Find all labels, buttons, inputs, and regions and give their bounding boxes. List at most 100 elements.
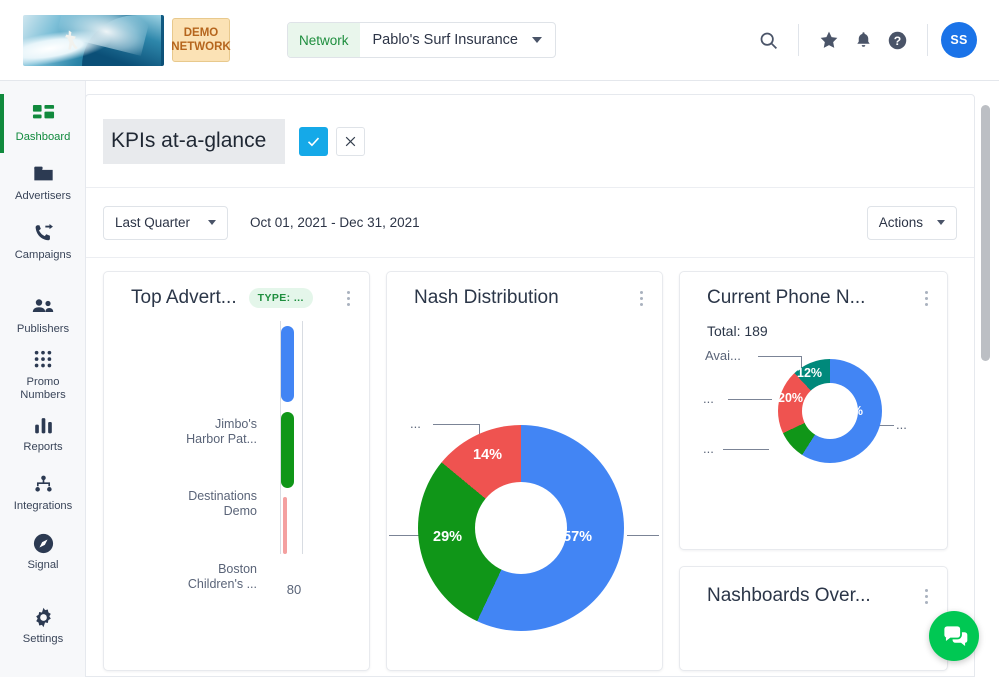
donut-hole	[475, 482, 567, 574]
dashboard-filter-row: Last Quarter Oct 01, 2021 - Dec 31, 2021…	[86, 188, 974, 258]
sidebar-item-dashboard[interactable]: Dashboard	[0, 94, 86, 153]
sidebar-item-label: Dashboard	[15, 131, 71, 144]
widget-header: Current Phone N...	[680, 272, 947, 309]
sidebar-item-label: Advertisers	[15, 190, 71, 203]
brand-logo[interactable]: DEMO NETWORK	[23, 14, 231, 66]
sidebar-item-label: Promo Numbers	[20, 376, 66, 401]
date-range-text: Oct 01, 2021 - Dec 31, 2021	[250, 215, 420, 230]
header-divider-2	[927, 24, 928, 56]
dashboard-icon	[32, 103, 55, 127]
widget-header: Top Advert... TYPE: ...	[104, 272, 369, 309]
sidebar-item-label: Reports	[23, 441, 63, 454]
slice-value-label: 20%	[778, 391, 804, 405]
nodes-icon	[32, 472, 55, 496]
kebab-menu-icon[interactable]	[640, 290, 643, 306]
widget-title: Top Advert...	[131, 287, 237, 308]
sidebar-item-promo-numbers[interactable]: Promo Numbers	[0, 345, 86, 404]
slice-value-label: 59%	[838, 404, 864, 418]
cancel-rename-button[interactable]	[336, 126, 365, 156]
actions-button[interactable]: Actions	[866, 205, 957, 240]
leader-line	[758, 356, 801, 357]
vertical-scrollbar[interactable]	[981, 94, 990, 677]
bell-icon[interactable]	[846, 23, 880, 57]
widget-top-advertisers[interactable]: Top Advert... TYPE: ... Jimbo's Harbor P…	[103, 271, 370, 671]
surf-wave-logo-image	[23, 14, 164, 66]
svg-text:?: ?	[893, 33, 900, 47]
phone-forward-icon	[32, 221, 55, 245]
sidebar-item-advertisers[interactable]: Advertisers	[0, 153, 86, 212]
header-actions: ? SS	[751, 22, 977, 58]
sidebar-item-label: Integrations	[13, 500, 73, 513]
widget-nash-distribution[interactable]: Nash Distribution ... 57% 29% 14%	[386, 271, 663, 671]
sidebar-divider-2	[0, 581, 85, 596]
date-range-preset-value: Last Quarter	[115, 215, 191, 230]
sidebar-item-publishers[interactable]: Publishers	[0, 286, 86, 345]
widget-total-label: Total: 189	[707, 323, 768, 339]
bar-chart-icon	[32, 413, 55, 437]
widget-nashboards-overview[interactable]: Nashboards Over...	[679, 566, 948, 671]
leader-line	[728, 399, 772, 400]
demo-network-badge: DEMO NETWORK	[171, 18, 231, 62]
top-header: DEMO NETWORK Network Pablo's Surf Insura…	[0, 0, 999, 81]
date-range-preset-select[interactable]: Last Quarter	[103, 205, 229, 240]
chat-bubble-icon[interactable]	[929, 611, 979, 661]
sidebar-item-label: Signal	[27, 559, 59, 572]
network-selector-label: Network	[288, 23, 360, 57]
bar-chart: Jimbo's Harbor Pat... Destinations Demo …	[104, 309, 369, 609]
sidebar-nav: Dashboard Advertisers Campaigns Publishe…	[0, 81, 86, 677]
widget-column-3: Current Phone N... Total: 189 Avai... ..…	[679, 271, 948, 671]
gear-icon	[32, 605, 55, 629]
confirm-rename-button[interactable]	[299, 126, 328, 156]
widget-current-phone-numbers[interactable]: Current Phone N... Total: 189 Avai... ..…	[679, 271, 948, 550]
sidebar-item-reports[interactable]: Reports	[0, 404, 86, 463]
sidebar-item-label: Campaigns	[14, 249, 72, 262]
header-divider-1	[798, 24, 799, 56]
widget-title: Current Phone N...	[707, 287, 866, 308]
help-icon[interactable]: ?	[880, 23, 914, 57]
bar-label: Jimbo's Harbor Pat...	[186, 417, 257, 446]
kebab-menu-icon[interactable]	[347, 290, 350, 306]
people-icon	[31, 295, 55, 319]
kebab-menu-icon[interactable]	[925, 290, 928, 306]
star-icon[interactable]	[812, 23, 846, 57]
keypad-icon	[32, 348, 54, 372]
sidebar-divider	[0, 271, 85, 286]
scrollbar-thumb[interactable]	[981, 105, 990, 361]
compass-icon	[32, 531, 55, 555]
sidebar-item-label: Settings	[22, 633, 64, 646]
widget-grid: Top Advert... TYPE: ... Jimbo's Harbor P…	[86, 258, 974, 671]
kebab-menu-icon[interactable]	[925, 588, 928, 604]
leader-line	[723, 449, 769, 450]
axis-tick-label: 80	[286, 582, 302, 597]
widget-title: Nash Distribution	[414, 287, 559, 308]
leader-line	[389, 535, 421, 536]
sidebar-item-integrations[interactable]: Integrations	[0, 463, 86, 522]
dashboard-title-input[interactable]	[103, 118, 285, 164]
network-selector-value: Pablo's Surf Insurance	[372, 32, 518, 48]
status-badge: TYPE: ...	[248, 288, 313, 308]
sidebar-item-label: Publishers	[16, 323, 70, 336]
bar-series-1	[281, 326, 294, 402]
chevron-down-icon	[937, 220, 945, 225]
chart-axis-right	[302, 321, 303, 554]
sidebar-item-campaigns[interactable]: Campaigns	[0, 212, 86, 271]
sidebar-item-signal[interactable]: Signal	[0, 522, 86, 581]
avatar[interactable]: SS	[941, 22, 977, 58]
folder-icon	[32, 162, 55, 186]
leader-line	[627, 535, 659, 536]
sidebar-item-settings[interactable]: Settings	[0, 596, 86, 655]
network-selector[interactable]: Network Pablo's Surf Insurance	[287, 22, 556, 58]
search-icon[interactable]	[751, 23, 785, 57]
leader-line	[433, 424, 479, 425]
bar-label: Destinations Demo	[188, 489, 257, 518]
donut-chart: ... 57% 29% 14%	[387, 309, 662, 631]
leader-label: ...	[896, 417, 907, 432]
bar-series-2	[281, 412, 294, 488]
slice-value-label: 12%	[797, 366, 823, 380]
slice-value-label: 29%	[433, 529, 463, 545]
leader-label: ...	[703, 391, 714, 406]
network-selector-value-wrap[interactable]: Pablo's Surf Insurance	[360, 23, 555, 57]
widget-header: Nashboards Over...	[680, 567, 947, 607]
demo-badge-line-2: NETWORK	[171, 41, 231, 53]
slice-value-label: 57%	[563, 529, 593, 545]
